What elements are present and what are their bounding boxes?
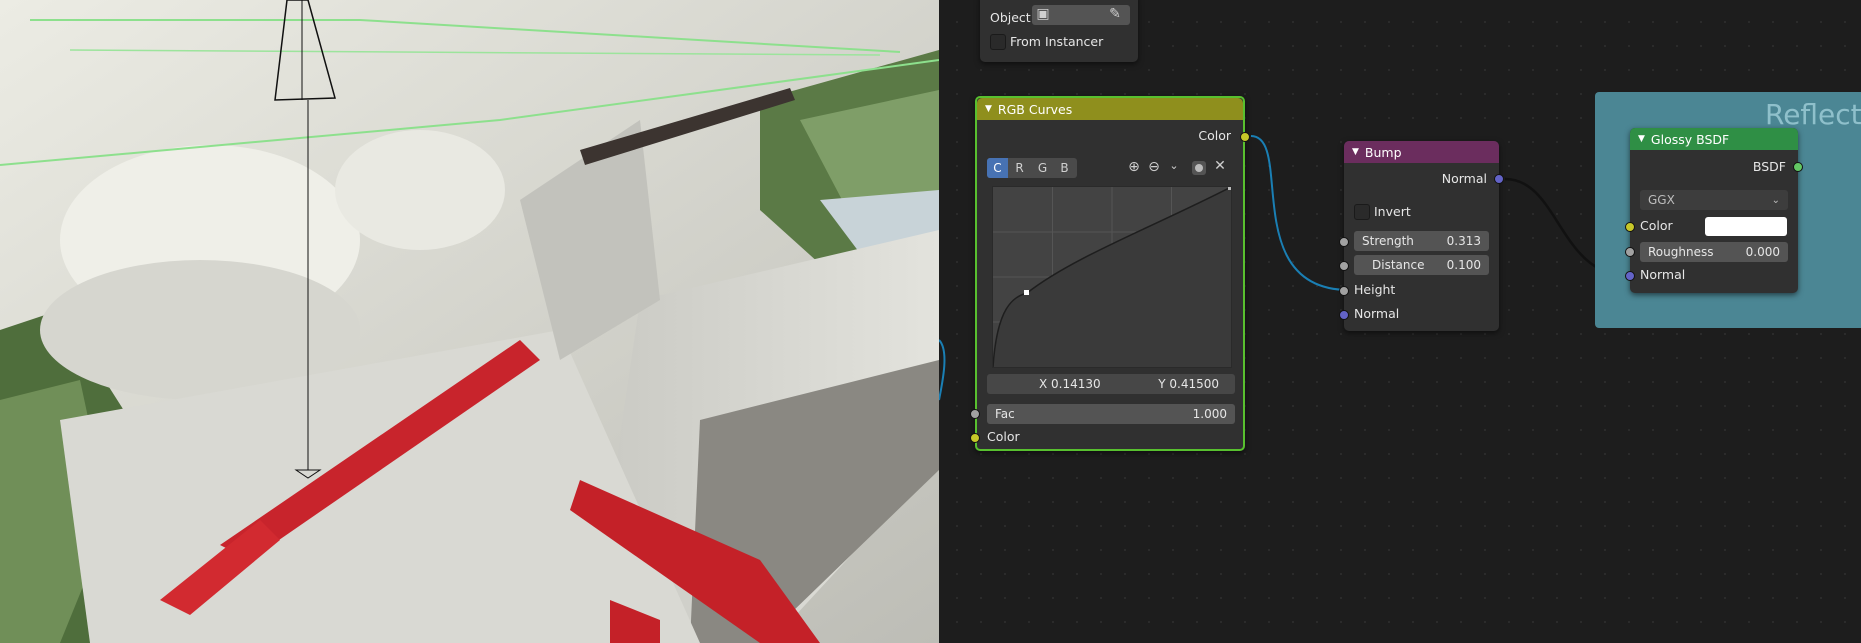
distribution-value: GGX [1648,193,1675,207]
bump-output-normal-label: Normal [1441,171,1487,186]
fac-label: Fac [995,407,1015,421]
fac-socket[interactable] [970,409,980,419]
curve-tool-icon[interactable] [1192,161,1206,175]
bump-title: Bump [1364,144,1402,160]
glossy-color-socket[interactable] [1625,222,1635,232]
point-readout: X 0.14130 Y 0.41500 [987,374,1235,394]
curve-graph[interactable] [992,186,1232,368]
zoom-out-icon[interactable]: ⊖ [1145,159,1163,175]
bsdf-output-label: BSDF [1752,159,1786,174]
collapse-arrow-icon[interactable]: ▼ [1638,134,1645,144]
distance-label: Distance [1372,258,1425,272]
collapse-arrow-icon[interactable]: ▼ [985,104,992,114]
distance-value: 0.100 [1446,258,1481,272]
curve-control-point [1024,290,1029,295]
glossy-header[interactable]: ▼ Glossy BSDF [1630,128,1798,150]
dropdown-chevron-icon[interactable]: ⌄ [1165,159,1183,172]
bsdf-output-socket[interactable] [1793,162,1803,172]
object-panel: Object: ▣ ✎ From Instancer [980,0,1138,62]
glossy-title: Glossy BSDF [1650,131,1730,147]
bump-header[interactable]: ▼ Bump [1344,141,1499,163]
glossy-color-label: Color [1640,218,1673,233]
rgb-curves-output-color-label: Color [1198,128,1231,143]
strength-field[interactable]: Strength 0.313 [1354,231,1489,251]
fac-field[interactable]: Fac 1.000 [987,404,1235,424]
invert-checkbox[interactable] [1354,204,1370,220]
dropdown-chevron-icon: ⌄ [1771,194,1780,206]
frame-label: Reflect [1765,98,1861,131]
height-label: Height [1354,282,1396,297]
x-readout: X 0.14130 [1039,377,1101,391]
eyedropper-icon[interactable]: ✎ [1106,6,1124,22]
link-glossy-input [939,339,946,401]
from-instancer-label: From Instancer [1010,34,1104,49]
roughness-socket[interactable] [1625,247,1635,257]
object-label: Object: [990,10,1035,25]
strength-label: Strength [1362,234,1414,248]
roughness-label: Roughness [1648,245,1714,259]
color-swatch[interactable] [1705,217,1787,236]
3d-viewport[interactable] [0,0,939,643]
channel-tab-b[interactable]: B [1054,158,1075,178]
bump-input-normal-socket[interactable] [1339,310,1349,320]
roughness-field[interactable]: Roughness 0.000 [1640,242,1788,262]
glossy-normal-label: Normal [1640,267,1686,282]
object-field[interactable]: ▣ ✎ [1032,5,1130,25]
channel-tab-c[interactable]: C [987,158,1008,178]
rgb-curves-title: RGB Curves [997,101,1073,117]
bump-node[interactable]: ▼ Bump Normal Invert Strength 0.313 Dist… [1339,141,1504,331]
y-readout: Y 0.41500 [1158,377,1219,391]
rgb-curves-input-color-label: Color [987,429,1020,444]
link-curves-to-bump-height [1250,135,1350,291]
strength-socket[interactable] [1339,237,1349,247]
fac-value: 1.000 [1192,407,1227,421]
distribution-dropdown[interactable]: GGX ⌄ [1640,190,1788,210]
invert-label: Invert [1374,204,1411,219]
node-editor[interactable]: Object: ▣ ✎ From Instancer ▼ RGB Curves … [939,0,1861,643]
zoom-in-icon[interactable]: ⊕ [1125,159,1143,175]
curve-graph-svg[interactable] [992,186,1232,368]
strength-value: 0.313 [1446,234,1481,248]
rgb-curves-node[interactable]: ▼ RGB Curves Color C R G B ⊕ ⊖ ⌄ ✕ X 0.1… [970,96,1250,451]
close-icon[interactable]: ✕ [1211,158,1229,174]
channel-tab-r[interactable]: R [1009,158,1030,178]
from-instancer-checkbox[interactable] [990,34,1006,50]
object-icon: ▣ [1036,6,1050,22]
bump-input-normal-label: Normal [1354,306,1400,321]
channel-tab-g[interactable]: G [1032,158,1053,178]
distance-field[interactable]: Distance 0.100 [1354,255,1489,275]
bump-output-normal-socket[interactable] [1494,174,1504,184]
collapse-arrow-icon[interactable]: ▼ [1352,147,1359,157]
channel-tabs: C R G B [987,158,1077,178]
roughness-value: 0.000 [1745,245,1780,259]
glossy-bsdf-node[interactable]: ▼ Glossy BSDF BSDF GGX ⌄ Color Roughness… [1625,128,1803,293]
rgb-curves-output-socket[interactable] [1240,132,1250,142]
distance-socket[interactable] [1339,261,1349,271]
height-socket[interactable] [1339,286,1349,296]
glossy-normal-socket[interactable] [1625,271,1635,281]
viewport-render [0,0,939,643]
rgb-curves-input-socket[interactable] [970,433,980,443]
rgb-curves-header[interactable]: ▼ RGB Curves [977,98,1243,120]
